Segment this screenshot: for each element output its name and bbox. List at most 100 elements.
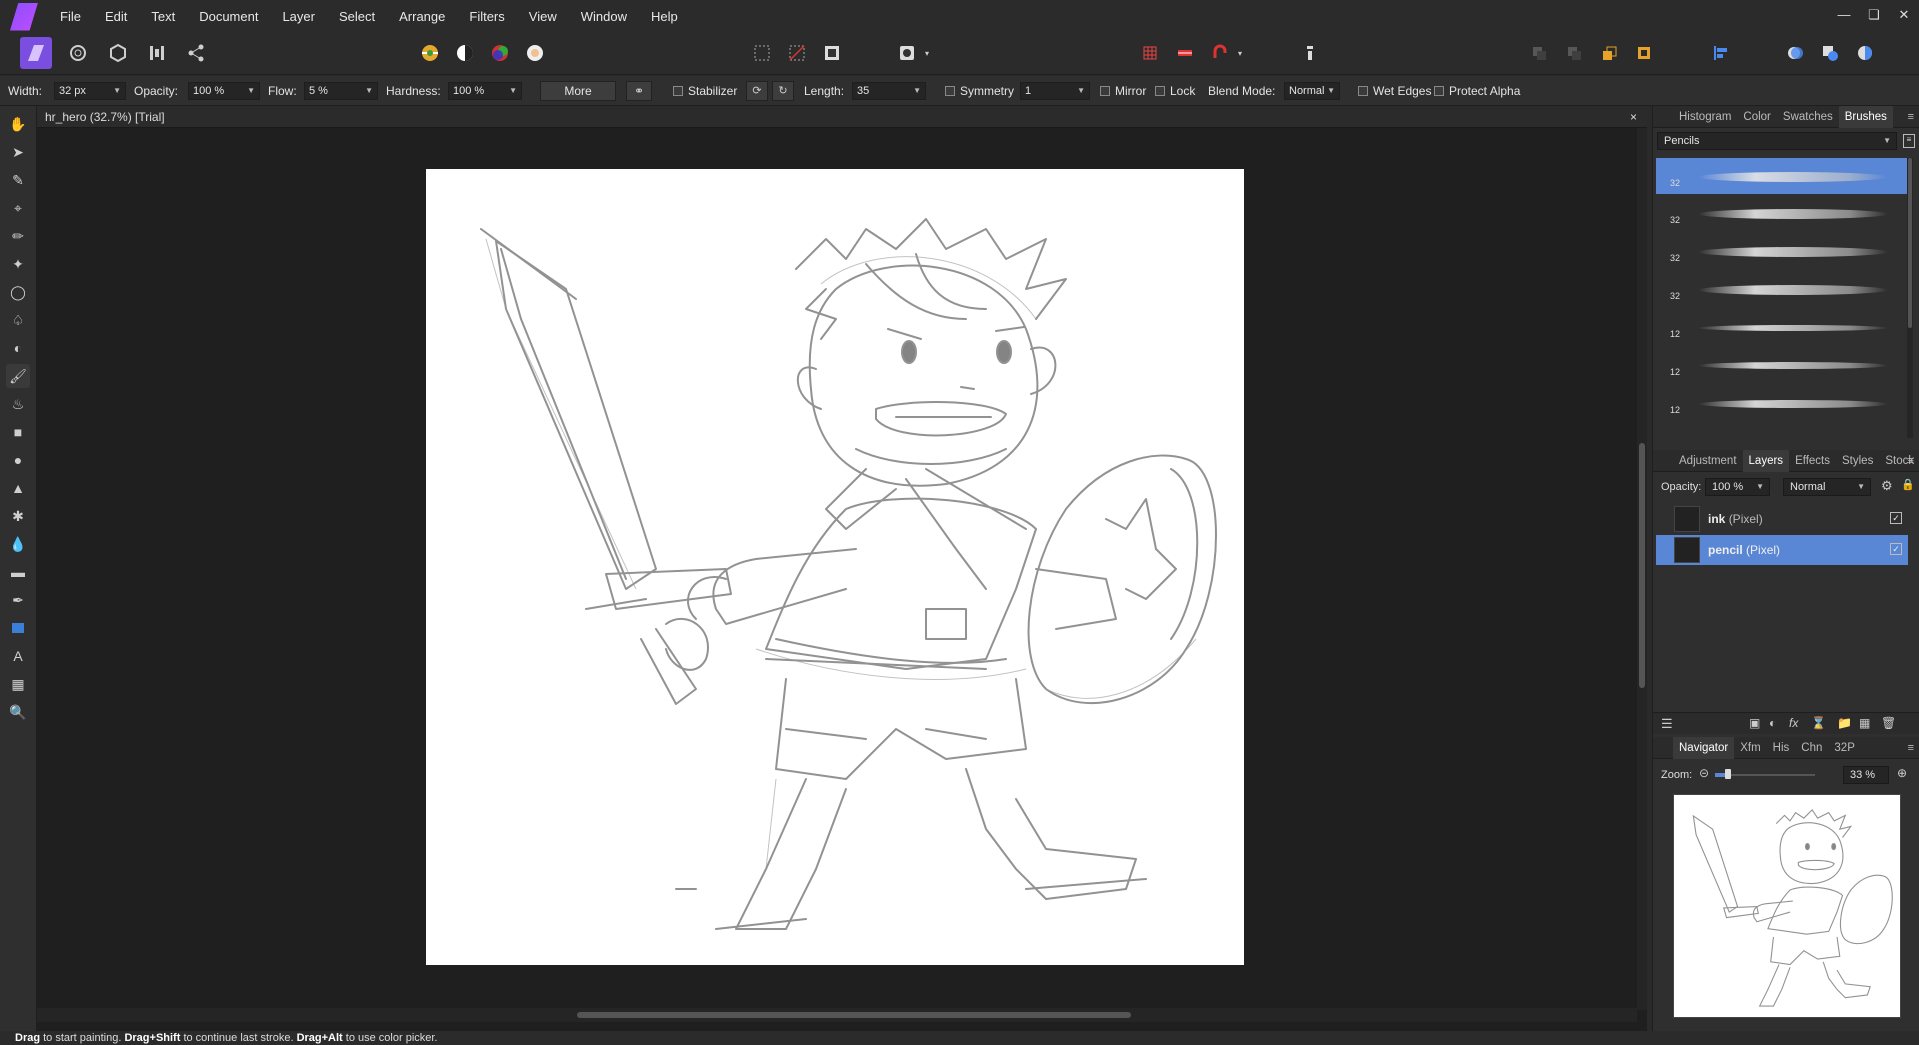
layer-opacity-field[interactable]: 100 % ▼ [1705, 478, 1770, 496]
panel-menu-icon[interactable]: ≡ [1908, 106, 1914, 128]
document-tab[interactable]: hr_hero (32.7%) [Trial] × [37, 106, 1647, 128]
auto-levels-icon[interactable] [416, 39, 444, 67]
delete-layer-icon[interactable]: 🗑 [1881, 716, 1896, 730]
chevron-down-icon[interactable]: ▼ [1327, 83, 1335, 99]
tab-effects[interactable]: Effects [1789, 450, 1836, 472]
arrange-backward-icon[interactable] [1560, 39, 1588, 67]
brush-list-menu-icon[interactable]: ≡ [1903, 134, 1915, 148]
tab-channels[interactable]: Chn [1795, 737, 1828, 759]
quick-mask-dropdown-icon[interactable]: ▾ [920, 39, 934, 67]
chevron-down-icon[interactable]: ▼ [247, 83, 255, 99]
canvas[interactable] [426, 169, 1244, 965]
flow-field[interactable]: 5 % ▼ [304, 82, 378, 100]
chevron-down-icon[interactable]: ▼ [113, 83, 121, 99]
layer-row[interactable]: pencil (Pixel) ✓ [1656, 535, 1908, 565]
arrange-front-icon[interactable] [1630, 39, 1658, 67]
deselect-icon[interactable] [783, 39, 811, 67]
brush-list-scrollbar[interactable] [1907, 158, 1913, 438]
zoom-value-field[interactable]: 33 % [1843, 766, 1889, 784]
brush-item[interactable]: 32 [1656, 195, 1908, 231]
window-mode-icon[interactable]: ↻ [772, 81, 794, 101]
more-button[interactable]: More [540, 81, 616, 101]
tab-layers[interactable]: Layers [1742, 449, 1790, 472]
group-icon[interactable]: 📁 [1837, 716, 1852, 730]
tone-map-persona-icon[interactable] [143, 39, 171, 67]
brush-item[interactable]: 12 [1656, 347, 1908, 383]
zoom-in-icon[interactable]: ⊕ [1897, 766, 1907, 780]
menu-file[interactable]: File [48, 0, 93, 33]
blend-mode-dropdown[interactable]: Normal ▼ [1284, 82, 1340, 100]
lock-checkbox[interactable] [1155, 86, 1165, 96]
selection-brush-icon[interactable]: ✏ [6, 224, 30, 248]
layers-stack-icon[interactable]: ☰ [1661, 716, 1673, 732]
arrange-back-icon[interactable] [1525, 39, 1553, 67]
auto-contrast-icon[interactable] [451, 39, 479, 67]
guides-icon[interactable] [1171, 39, 1199, 67]
lock-icon[interactable]: 🔒 [1901, 478, 1915, 491]
brush-item[interactable]: 32 [1656, 271, 1908, 307]
healing-brush-icon[interactable]: ✱ [6, 504, 30, 528]
brush-item[interactable]: 32 [1656, 158, 1908, 194]
symmetry-field[interactable]: 1 ▼ [1020, 82, 1090, 100]
layer-row[interactable]: ink (Pixel) ✓ [1656, 504, 1908, 534]
navigator-preview[interactable] [1673, 794, 1901, 1018]
brush-item[interactable]: 12 [1656, 309, 1908, 345]
snapping-grid-icon[interactable] [1136, 39, 1164, 67]
quick-mask-icon[interactable] [893, 39, 921, 67]
dodge-brush-icon[interactable]: ● [6, 448, 30, 472]
tab-styles[interactable]: Styles [1836, 450, 1879, 472]
photo-persona-icon[interactable] [20, 37, 52, 69]
tab-transform[interactable]: Xfm [1734, 737, 1766, 759]
stabilizer-checkbox[interactable] [673, 86, 683, 96]
freehand-select-icon[interactable]: ◯ [6, 280, 30, 304]
close-document-icon[interactable]: × [1630, 106, 1637, 128]
zoom-slider[interactable] [1715, 769, 1815, 779]
opacity-field[interactable]: 100 % ▼ [188, 82, 260, 100]
close-icon[interactable]: ✕ [1889, 0, 1919, 33]
brush-list-scroll-thumb[interactable] [1908, 158, 1912, 328]
gear-icon[interactable]: ⚙ [1881, 478, 1893, 494]
chevron-down-icon[interactable]: ▼ [1077, 83, 1085, 99]
tab-color[interactable]: Color [1737, 106, 1776, 128]
crop-tool-icon[interactable]: ⌖ [6, 196, 30, 220]
snapping-icon[interactable] [1206, 39, 1234, 67]
flood-select-icon[interactable]: ✦ [6, 252, 30, 276]
menu-edit[interactable]: Edit [93, 0, 139, 33]
chevron-down-icon[interactable]: ▼ [1857, 479, 1865, 495]
live-filter-icon[interactable]: ⌛ [1811, 716, 1826, 730]
mesh-warp-icon[interactable]: ▦ [6, 672, 30, 696]
assistant-icon[interactable] [1296, 39, 1324, 67]
adjustment-layer-icon[interactable]: ◐ [1769, 716, 1776, 730]
layer-visibility-checkbox[interactable]: ✓ [1890, 512, 1902, 524]
chevron-down-icon[interactable]: ▼ [1756, 479, 1764, 495]
fx-icon[interactable]: fx [1789, 716, 1798, 730]
hardness-field[interactable]: 100 % ▼ [448, 82, 522, 100]
subtract-icon[interactable] [1816, 39, 1844, 67]
clone-brush-icon[interactable]: ▲ [6, 476, 30, 500]
color-picker-icon[interactable]: ✎ [6, 168, 30, 192]
menu-select[interactable]: Select [327, 0, 387, 33]
chevron-down-icon[interactable]: ▼ [365, 83, 373, 99]
intersect-icon[interactable] [1851, 39, 1879, 67]
wet-edges-checkbox[interactable] [1358, 86, 1368, 96]
vertical-scroll-thumb[interactable] [1639, 443, 1645, 688]
brush-item[interactable]: 32 [1656, 233, 1908, 269]
vertical-scrollbar[interactable] [1637, 128, 1647, 1010]
color-replacement-icon[interactable]: ♨ [6, 392, 30, 416]
red-eye-icon[interactable]: ▬ [6, 560, 30, 584]
export-persona-icon[interactable] [182, 39, 210, 67]
tab-brushes[interactable]: Brushes [1838, 105, 1893, 128]
tab-histogram[interactable]: Histogram [1673, 106, 1737, 128]
hand-tool-icon[interactable]: ✋ [6, 112, 30, 136]
menu-window[interactable]: Window [569, 0, 639, 33]
restore-icon[interactable]: ❏ [1859, 0, 1889, 33]
rope-mode-icon[interactable]: ⟳ [746, 81, 768, 101]
tab-adjustment[interactable]: Adjustment [1673, 450, 1743, 472]
tab-32p[interactable]: 32P [1828, 737, 1860, 759]
develop-persona-icon[interactable] [104, 39, 132, 67]
gradient-tool-icon[interactable]: ◐ [6, 336, 30, 360]
menu-document[interactable]: Document [187, 0, 270, 33]
auto-colors-icon[interactable] [486, 39, 514, 67]
tab-swatches[interactable]: Swatches [1777, 106, 1839, 128]
menu-help[interactable]: Help [639, 0, 690, 33]
